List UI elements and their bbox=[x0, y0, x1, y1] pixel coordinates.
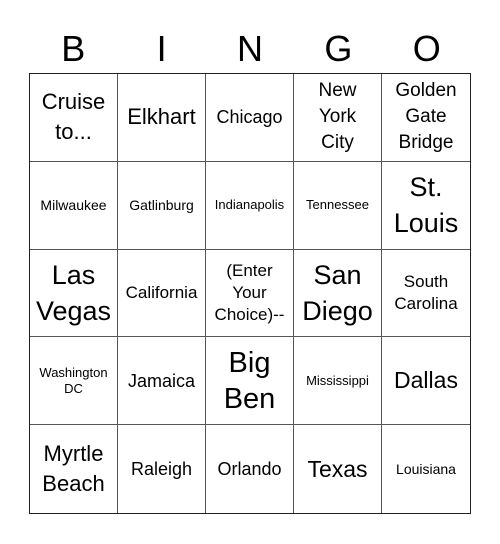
bingo-cell[interactable]: California bbox=[118, 249, 206, 338]
cell-label: Gatlinburg bbox=[129, 196, 194, 213]
bingo-cell[interactable]: St. Louis bbox=[382, 162, 470, 250]
cell-label: (Enter Your Choice)-- bbox=[214, 260, 285, 324]
cell-label: California bbox=[125, 282, 198, 302]
bingo-cell[interactable]: Golden Gate Bridge bbox=[382, 74, 470, 162]
cell-label: Tennessee bbox=[306, 197, 369, 213]
cell-label: Raleigh bbox=[130, 459, 193, 480]
cell-label: Myrtle Beach bbox=[42, 441, 105, 497]
bingo-cell[interactable]: Orlando bbox=[206, 425, 294, 513]
cell-label: Cruise to... bbox=[41, 89, 106, 145]
header-letter-o: O bbox=[412, 28, 441, 69]
bingo-cell[interactable]: Cruise to... bbox=[30, 74, 118, 162]
bingo-cell[interactable]: Indianapolis bbox=[206, 161, 294, 250]
cell-label: New York City bbox=[318, 80, 357, 154]
cell-label: Washington DC bbox=[39, 364, 108, 396]
cell-label: Las Vegas bbox=[35, 259, 112, 326]
header-letter-n: N bbox=[236, 28, 263, 69]
cell-label: Dallas bbox=[394, 367, 458, 394]
bingo-cell[interactable]: Jamaica bbox=[118, 337, 206, 426]
bingo-cell[interactable]: (Enter Your Choice)-- bbox=[206, 249, 294, 338]
cell-label: Golden Gate Bridge bbox=[395, 80, 457, 154]
cell-label: Indianapolis bbox=[214, 197, 285, 213]
cell-label: Big Ben bbox=[223, 346, 276, 415]
cell-label: Mississippi bbox=[306, 372, 369, 388]
bingo-card-grid: Cruise to... Elkhart Chicago New York Ci… bbox=[29, 73, 471, 514]
cell-label: Chicago bbox=[216, 107, 283, 128]
bingo-cell[interactable]: Tennessee bbox=[294, 161, 382, 250]
bingo-cell[interactable]: Dallas bbox=[382, 337, 470, 426]
header-letter-i: I bbox=[156, 28, 167, 69]
bingo-cell[interactable]: Texas bbox=[294, 425, 382, 513]
bingo-cell[interactable]: Myrtle Beach bbox=[30, 425, 118, 513]
cell-label: San Diego bbox=[302, 259, 373, 326]
bingo-cell[interactable]: San Diego bbox=[294, 249, 382, 338]
cell-label: Louisiana bbox=[396, 460, 456, 477]
header-letter-g: G bbox=[324, 28, 353, 69]
cell-label: Elkhart bbox=[127, 104, 196, 130]
bingo-cell[interactable]: Big Ben bbox=[206, 337, 294, 426]
cell-label: Texas bbox=[307, 455, 368, 482]
bingo-cell[interactable]: Louisiana bbox=[382, 425, 470, 513]
bingo-cell[interactable]: New York City bbox=[294, 74, 382, 162]
bingo-header: B I N G O bbox=[29, 24, 471, 74]
bingo-cell[interactable]: Chicago bbox=[206, 74, 294, 162]
cell-label: Orlando bbox=[217, 459, 282, 480]
cell-label: St. Louis bbox=[393, 172, 459, 239]
bingo-cell[interactable]: Raleigh bbox=[118, 425, 206, 513]
cell-label: South Carolina bbox=[394, 271, 458, 313]
bingo-cell[interactable]: Milwaukee bbox=[30, 161, 118, 250]
cell-label: Milwaukee bbox=[40, 196, 107, 213]
bingo-cell[interactable]: Gatlinburg bbox=[118, 161, 206, 250]
bingo-cell[interactable]: Mississippi bbox=[294, 337, 382, 426]
bingo-cell[interactable]: Washington DC bbox=[30, 337, 118, 426]
bingo-cell[interactable]: Elkhart bbox=[118, 74, 206, 162]
bingo-cell[interactable]: Las Vegas bbox=[30, 249, 118, 338]
header-letter-b: B bbox=[61, 28, 86, 69]
cell-label: Jamaica bbox=[127, 370, 196, 391]
bingo-cell[interactable]: South Carolina bbox=[382, 250, 470, 338]
